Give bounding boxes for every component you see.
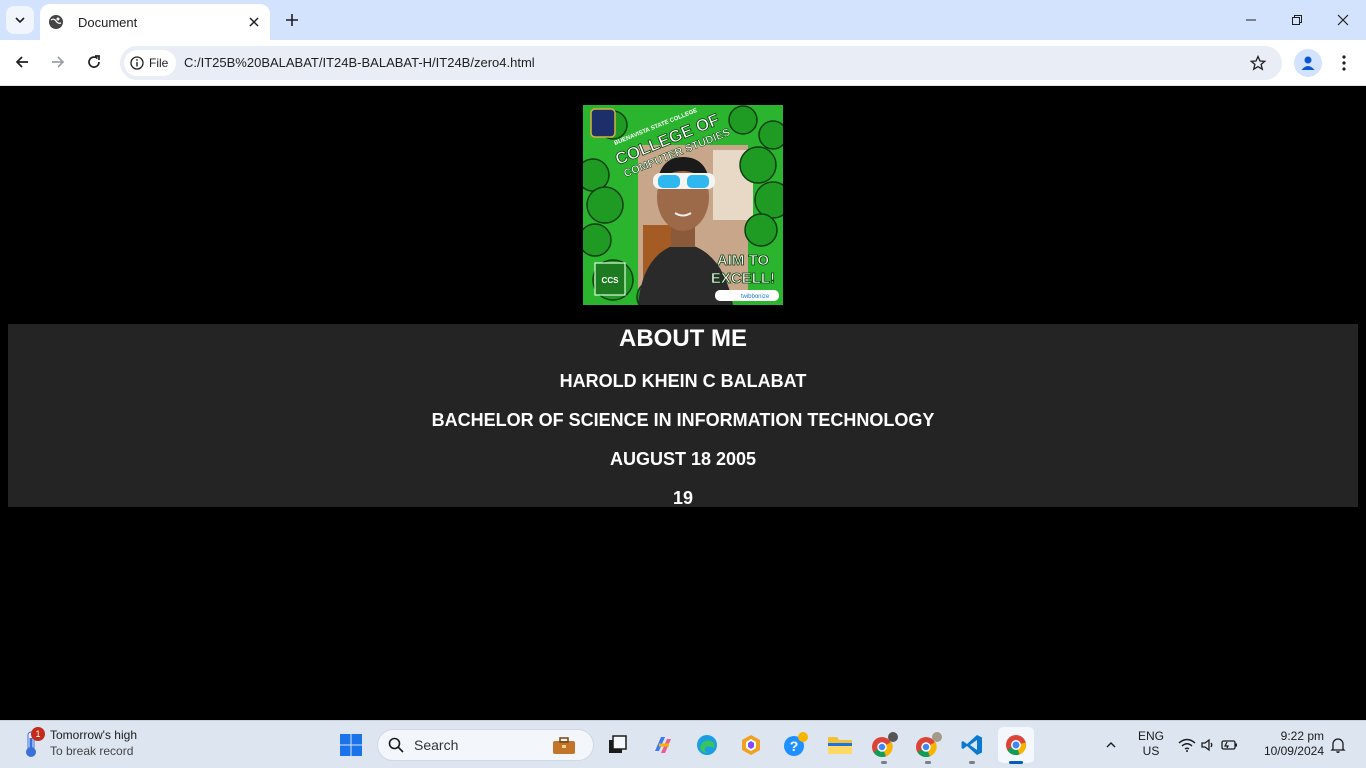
url-text[interactable]: C:/IT25B%20BALABAT/IT24B-BALABAT-H/IT24B… bbox=[184, 55, 535, 70]
restore-button[interactable] bbox=[1274, 0, 1320, 40]
weather-subtitle: To break record bbox=[50, 744, 134, 758]
windows-taskbar: 1 Tomorrow's high To break record Search… bbox=[0, 720, 1366, 768]
svg-text:?: ? bbox=[790, 738, 799, 754]
task-view-button[interactable] bbox=[601, 729, 633, 761]
profile-photo-frame: CCS BUENAVISTA STATE COLLEGE COLLEGE OF … bbox=[583, 105, 783, 305]
lang-line1: ENG bbox=[1138, 729, 1165, 743]
back-button[interactable] bbox=[8, 48, 36, 76]
chrome-active-button[interactable] bbox=[998, 727, 1034, 763]
student-name: HAROLD KHEIN C BALABAT bbox=[559, 370, 807, 391]
weather-title: Tomorrow's high bbox=[50, 728, 137, 742]
chevron-down-icon bbox=[15, 17, 25, 24]
chevron-up-icon bbox=[1106, 742, 1116, 748]
battery-icon bbox=[1221, 740, 1237, 750]
language-indicator[interactable]: ENG US bbox=[1138, 729, 1164, 759]
slogan-line2-text: EXCELL! bbox=[711, 270, 775, 287]
browser-menu-icon[interactable] bbox=[1334, 49, 1354, 77]
weather-widget[interactable]: 1 Tomorrow's high To break record bbox=[20, 727, 137, 759]
copilot-icon bbox=[655, 737, 671, 753]
clock-date: 10/09/2024 bbox=[1263, 744, 1324, 758]
search-placeholder: Search bbox=[414, 737, 459, 753]
slogan-line1-text: AIM TO bbox=[717, 252, 770, 269]
course-name: BACHELOR OF SCIENCE IN INFORMATION TECHN… bbox=[431, 409, 935, 430]
tab-document[interactable]: Document bbox=[40, 4, 270, 40]
lang-line2: US bbox=[1142, 744, 1160, 758]
chrome-profile-2-button[interactable] bbox=[912, 729, 944, 761]
vscode-button[interactable] bbox=[956, 729, 988, 761]
profile-avatar-icon[interactable] bbox=[1294, 49, 1322, 77]
clock-time: 9:22 pm bbox=[1280, 729, 1324, 743]
file-explorer-button[interactable] bbox=[824, 729, 856, 761]
bookmark-star-icon[interactable] bbox=[1248, 53, 1268, 73]
edge-browser-button[interactable] bbox=[691, 729, 723, 761]
arrow-left-icon bbox=[15, 56, 28, 68]
page-viewport: CCS BUENAVISTA STATE COLLEGE COLLEGE OF … bbox=[0, 87, 1366, 720]
arrow-right-icon bbox=[52, 56, 65, 68]
browser-toolbar: File C:/IT25B%20BALABAT/IT24B-BALABAT-H/… bbox=[0, 40, 1366, 86]
wifi-icon bbox=[1178, 738, 1196, 752]
chrome-profile-1-button[interactable] bbox=[868, 729, 900, 761]
plus-icon bbox=[286, 14, 298, 26]
chrome-icon bbox=[916, 732, 942, 757]
about-heading: ABOUT ME bbox=[619, 325, 747, 352]
hexagon-app-icon bbox=[742, 735, 760, 755]
taskbar-search[interactable]: Search bbox=[377, 729, 594, 761]
get-help-button[interactable]: ? bbox=[780, 729, 812, 761]
running-indicator bbox=[881, 761, 887, 764]
quick-settings-button[interactable] bbox=[1176, 729, 1240, 761]
system-clock[interactable]: 9:22 pm 10/09/2024 bbox=[1258, 729, 1324, 759]
birthdate: AUGUST 18 2005 bbox=[609, 448, 757, 469]
show-hidden-icons-button[interactable] bbox=[1096, 729, 1126, 761]
age: 19 bbox=[672, 487, 694, 508]
chrome-icon bbox=[1006, 735, 1027, 756]
active-indicator bbox=[1009, 761, 1023, 764]
tab-search-button[interactable] bbox=[6, 6, 34, 34]
reload-button[interactable] bbox=[80, 48, 108, 76]
scheme-label: File bbox=[149, 56, 169, 70]
running-indicator bbox=[925, 761, 931, 764]
windows-logo-icon bbox=[340, 734, 362, 756]
running-indicator bbox=[969, 761, 975, 764]
minimize-icon bbox=[1246, 19, 1256, 21]
start-button[interactable] bbox=[335, 729, 367, 761]
close-icon bbox=[1337, 14, 1349, 26]
bell-icon bbox=[1330, 738, 1346, 753]
notifications-button[interactable] bbox=[1326, 729, 1350, 761]
browser-tab-strip: Document bbox=[0, 0, 1366, 40]
edge-icon bbox=[697, 735, 717, 755]
ccs-seal-text: CCS bbox=[602, 276, 620, 285]
site-info-chip[interactable]: File bbox=[124, 50, 176, 76]
close-icon[interactable] bbox=[244, 12, 264, 32]
task-view-icon bbox=[609, 735, 627, 753]
app-hexagon-button[interactable] bbox=[735, 729, 767, 761]
new-tab-button[interactable] bbox=[280, 8, 304, 32]
folder-icon bbox=[828, 737, 852, 754]
info-icon bbox=[130, 56, 144, 70]
tab-title: Document bbox=[78, 14, 138, 30]
close-window-button[interactable] bbox=[1320, 0, 1366, 40]
briefcase-icon bbox=[553, 737, 575, 754]
reload-icon bbox=[88, 55, 100, 68]
profile-photo: CCS BUENAVISTA STATE COLLEGE COLLEGE OF … bbox=[583, 105, 783, 305]
weather-badge: 1 bbox=[31, 727, 45, 741]
minimize-button[interactable] bbox=[1228, 0, 1274, 40]
speaker-icon bbox=[1201, 738, 1213, 752]
chrome-icon bbox=[872, 732, 898, 757]
thermometer-icon: 1 bbox=[20, 727, 45, 758]
help-icon: ? bbox=[784, 732, 808, 756]
copilot-button[interactable] bbox=[647, 729, 679, 761]
vscode-icon bbox=[961, 735, 982, 755]
watermark-text: twibbonize bbox=[741, 294, 770, 300]
about-me-section: ABOUT ME HAROLD KHEIN C BALABAT BACHELOR… bbox=[8, 324, 1358, 508]
address-bar[interactable]: File C:/IT25B%20BALABAT/IT24B-BALABAT-H/… bbox=[120, 46, 1282, 80]
search-icon bbox=[388, 737, 404, 753]
restore-icon bbox=[1292, 15, 1302, 25]
forward-button[interactable] bbox=[44, 48, 72, 76]
globe-icon bbox=[48, 14, 64, 30]
